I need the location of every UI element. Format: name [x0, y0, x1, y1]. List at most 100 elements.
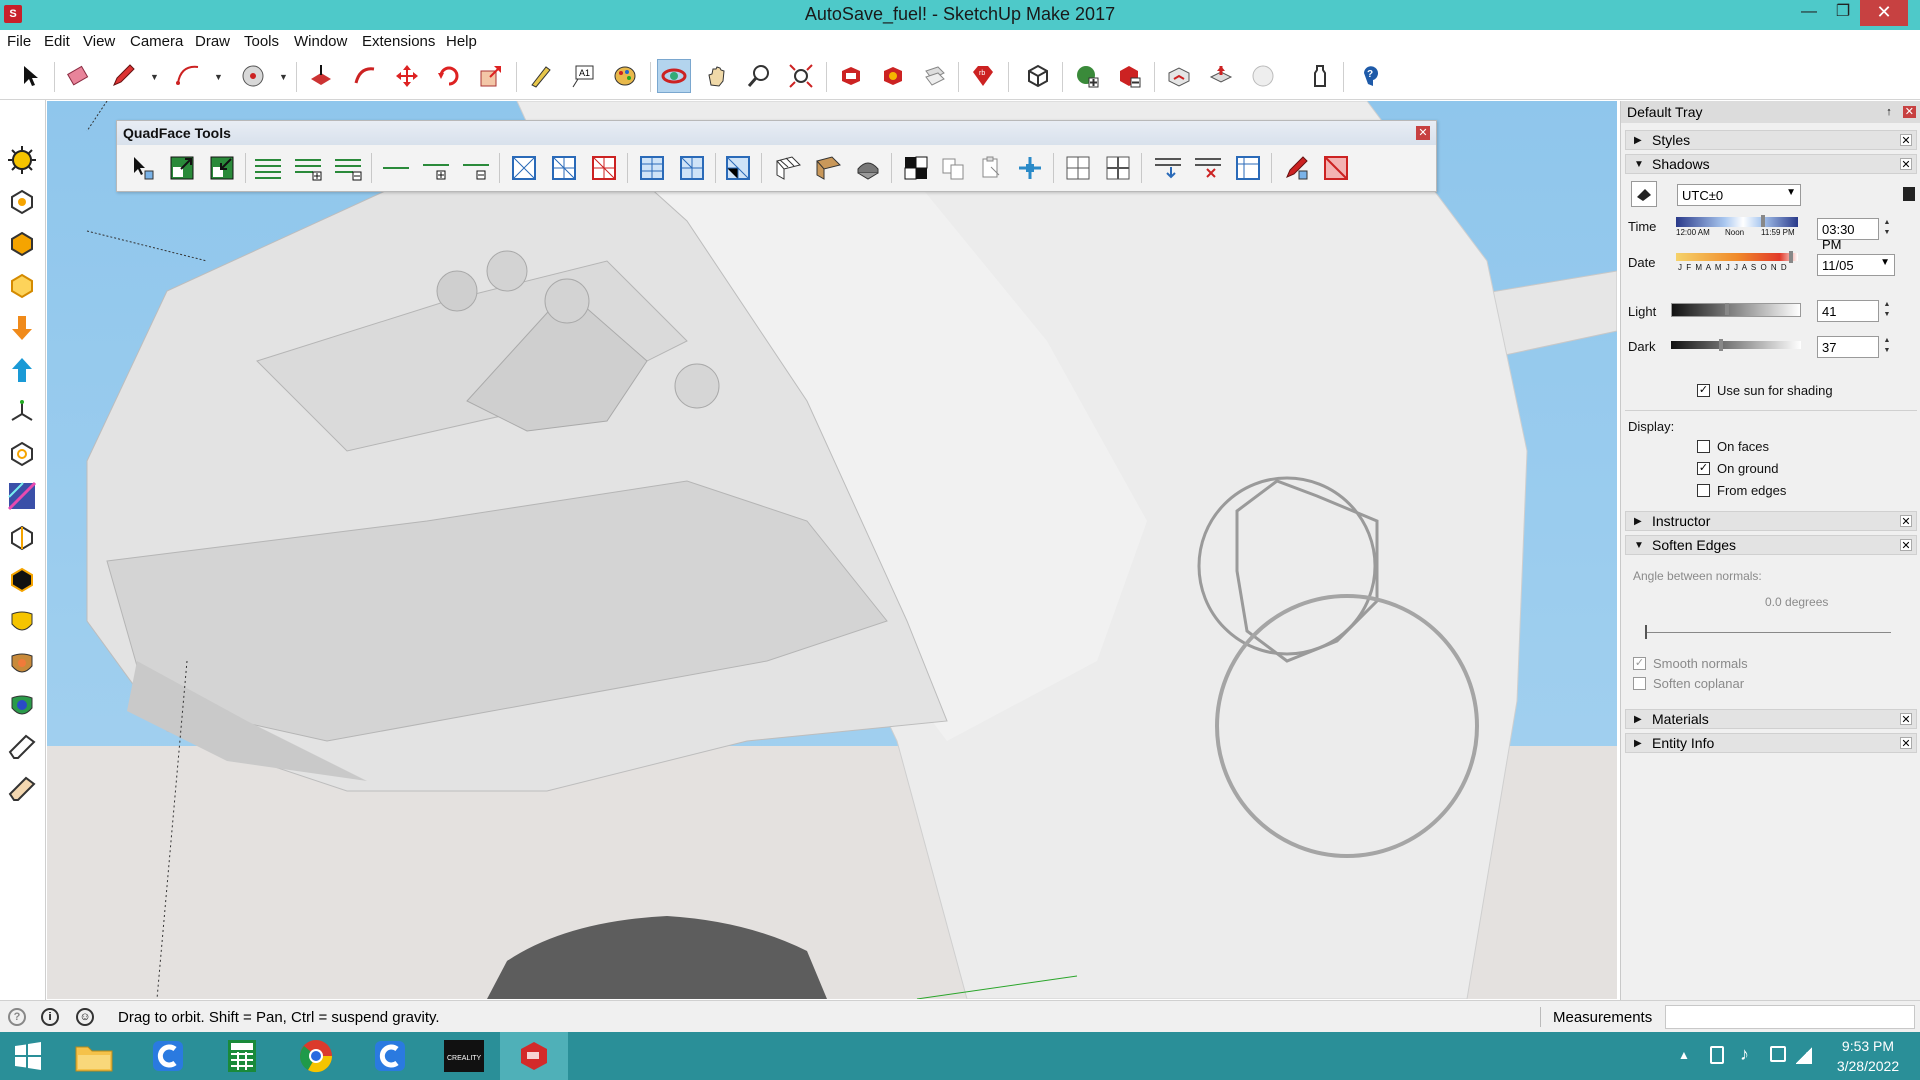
text-icon[interactable]: A1: [566, 59, 600, 93]
shape-1-icon[interactable]: [4, 184, 40, 220]
solid-subtract-icon[interactable]: [1112, 59, 1146, 93]
light-slider-thumb[interactable]: [1725, 303, 1729, 315]
creality-icon[interactable]: CREALITY: [430, 1032, 498, 1080]
timezone-select[interactable]: UTC±0 ▼: [1677, 184, 1801, 206]
qf-grid-icon[interactable]: [1061, 151, 1095, 185]
shape-3-icon[interactable]: [4, 268, 40, 304]
from-edges-checkbox[interactable]: [1697, 484, 1710, 497]
clock-date[interactable]: 3/28/2022: [1818, 1058, 1918, 1074]
component-icon[interactable]: [1021, 59, 1055, 93]
panel-close-icon[interactable]: ✕: [1900, 713, 1912, 726]
qf-connect-icon[interactable]: [635, 151, 669, 185]
panel-close-icon[interactable]: ✕: [1900, 737, 1912, 750]
qf-offset-icon[interactable]: [1231, 151, 1265, 185]
zoom-extents-icon[interactable]: [784, 59, 818, 93]
menu-extensions[interactable]: Extensions: [362, 33, 435, 50]
date-field[interactable]: 11/05 ▼: [1817, 254, 1895, 276]
minimize-button[interactable]: —: [1792, 0, 1826, 26]
qf-triangulate-icon[interactable]: [507, 151, 541, 185]
date-slider-thumb[interactable]: [1789, 251, 1793, 263]
info-icon[interactable]: i: [41, 1008, 59, 1026]
qf-paste-uv-icon[interactable]: [975, 151, 1009, 185]
menu-draw[interactable]: Draw: [195, 33, 230, 50]
qf-ring-shrink-icon[interactable]: [331, 151, 365, 185]
sphere-icon[interactable]: [1246, 59, 1280, 93]
qf-grid-2-icon[interactable]: [1101, 151, 1135, 185]
qf-build-corners-icon[interactable]: [721, 151, 755, 185]
panel-materials[interactable]: ▶ Materials ✕: [1625, 709, 1917, 729]
shape-2-icon[interactable]: [4, 226, 40, 262]
menu-file[interactable]: File: [7, 33, 31, 50]
angle-slider[interactable]: [1645, 632, 1891, 633]
time-spinner[interactable]: ▲ ▼: [1879, 218, 1895, 240]
menu-edit[interactable]: Edit: [44, 33, 70, 50]
soften-coplanar-checkbox[interactable]: [1633, 677, 1646, 690]
network-icon[interactable]: [1770, 1046, 1786, 1062]
ruby-icon[interactable]: rb: [966, 59, 1000, 93]
light-spinner[interactable]: ▲ ▼: [1879, 300, 1895, 322]
shape-4-icon[interactable]: [4, 436, 40, 472]
signal-icon[interactable]: [1796, 1046, 1812, 1064]
file-explorer-icon[interactable]: [60, 1032, 128, 1080]
qf-copy-uv-icon[interactable]: [937, 151, 971, 185]
tray-expand-icon[interactable]: ▲: [1678, 1048, 1690, 1062]
panel-instructor[interactable]: ▶ Instructor ✕: [1625, 511, 1917, 531]
qf-insert-loop-icon[interactable]: [675, 151, 709, 185]
menu-tools[interactable]: Tools: [244, 33, 279, 50]
qf-checker-icon[interactable]: [899, 151, 933, 185]
quadface-close-button[interactable]: ✕: [1416, 126, 1430, 140]
model-viewport[interactable]: [47, 101, 1617, 999]
qf-select-icon[interactable]: [127, 151, 161, 185]
qf-shrink-icon[interactable]: [205, 151, 239, 185]
layout-icon[interactable]: [918, 59, 952, 93]
eraser-small-icon[interactable]: [4, 730, 40, 766]
qf-uv-unwrap-icon[interactable]: [851, 151, 885, 185]
user-icon[interactable]: ☺: [76, 1008, 94, 1026]
light-slider[interactable]: [1671, 303, 1801, 317]
menu-window[interactable]: Window: [294, 33, 347, 50]
volume-icon[interactable]: ♪: [1740, 1044, 1749, 1065]
shape-5-icon[interactable]: [4, 520, 40, 556]
time-slider-thumb[interactable]: [1761, 215, 1765, 227]
menu-camera[interactable]: Camera: [130, 33, 183, 50]
sun-icon[interactable]: [4, 142, 40, 178]
qf-uv-map-icon[interactable]: [811, 151, 845, 185]
panel-soften-edges[interactable]: ▼ Soften Edges ✕: [1625, 535, 1917, 555]
sandbox-stamp-icon[interactable]: [1204, 59, 1238, 93]
paint-icon[interactable]: [608, 59, 642, 93]
quadface-title[interactable]: QuadFace Tools: [117, 121, 1436, 145]
dark-field[interactable]: 37: [1817, 336, 1879, 358]
arrow-down-icon[interactable]: [4, 310, 40, 346]
ccleaner-2-icon[interactable]: [356, 1032, 424, 1080]
orbit-icon[interactable]: [657, 59, 691, 93]
select-icon[interactable]: [14, 59, 48, 93]
pin-icon[interactable]: ↑: [1886, 106, 1892, 118]
extension-warehouse-icon[interactable]: [876, 59, 910, 93]
dark-spinner[interactable]: ▲ ▼: [1879, 336, 1895, 358]
panel-shadows[interactable]: ▼ Shadows ✕: [1625, 154, 1917, 174]
sketchup-taskbar-icon[interactable]: [500, 1032, 568, 1080]
tray-close-icon[interactable]: ✕: [1902, 106, 1916, 118]
panel-close-icon[interactable]: ✕: [1900, 539, 1912, 552]
bottle-icon[interactable]: [1303, 59, 1337, 93]
time-field[interactable]: 03:30 PM: [1817, 218, 1879, 252]
maximize-button[interactable]: ❐: [1826, 0, 1860, 26]
pan-icon[interactable]: [700, 59, 734, 93]
shape-8-icon[interactable]: [4, 646, 40, 682]
panel-close-icon[interactable]: ✕: [1900, 134, 1912, 147]
on-faces-checkbox[interactable]: [1697, 440, 1710, 453]
shadows-toggle-button[interactable]: [1631, 181, 1657, 207]
qf-cut-icon[interactable]: [1319, 151, 1353, 185]
details-toggle-icon[interactable]: [1903, 187, 1915, 201]
time-slider[interactable]: [1676, 217, 1798, 227]
follow-me-icon[interactable]: [348, 59, 382, 93]
shape-9-icon[interactable]: [4, 688, 40, 724]
arrow-up-icon[interactable]: [4, 352, 40, 388]
shape-7-icon[interactable]: [4, 604, 40, 640]
scale-icon[interactable]: [474, 59, 508, 93]
chrome-icon[interactable]: [282, 1032, 350, 1080]
date-slider[interactable]: [1676, 253, 1798, 261]
close-button[interactable]: ✕: [1860, 0, 1908, 26]
shape-6-icon[interactable]: [4, 562, 40, 598]
section-icon[interactable]: [4, 478, 40, 514]
